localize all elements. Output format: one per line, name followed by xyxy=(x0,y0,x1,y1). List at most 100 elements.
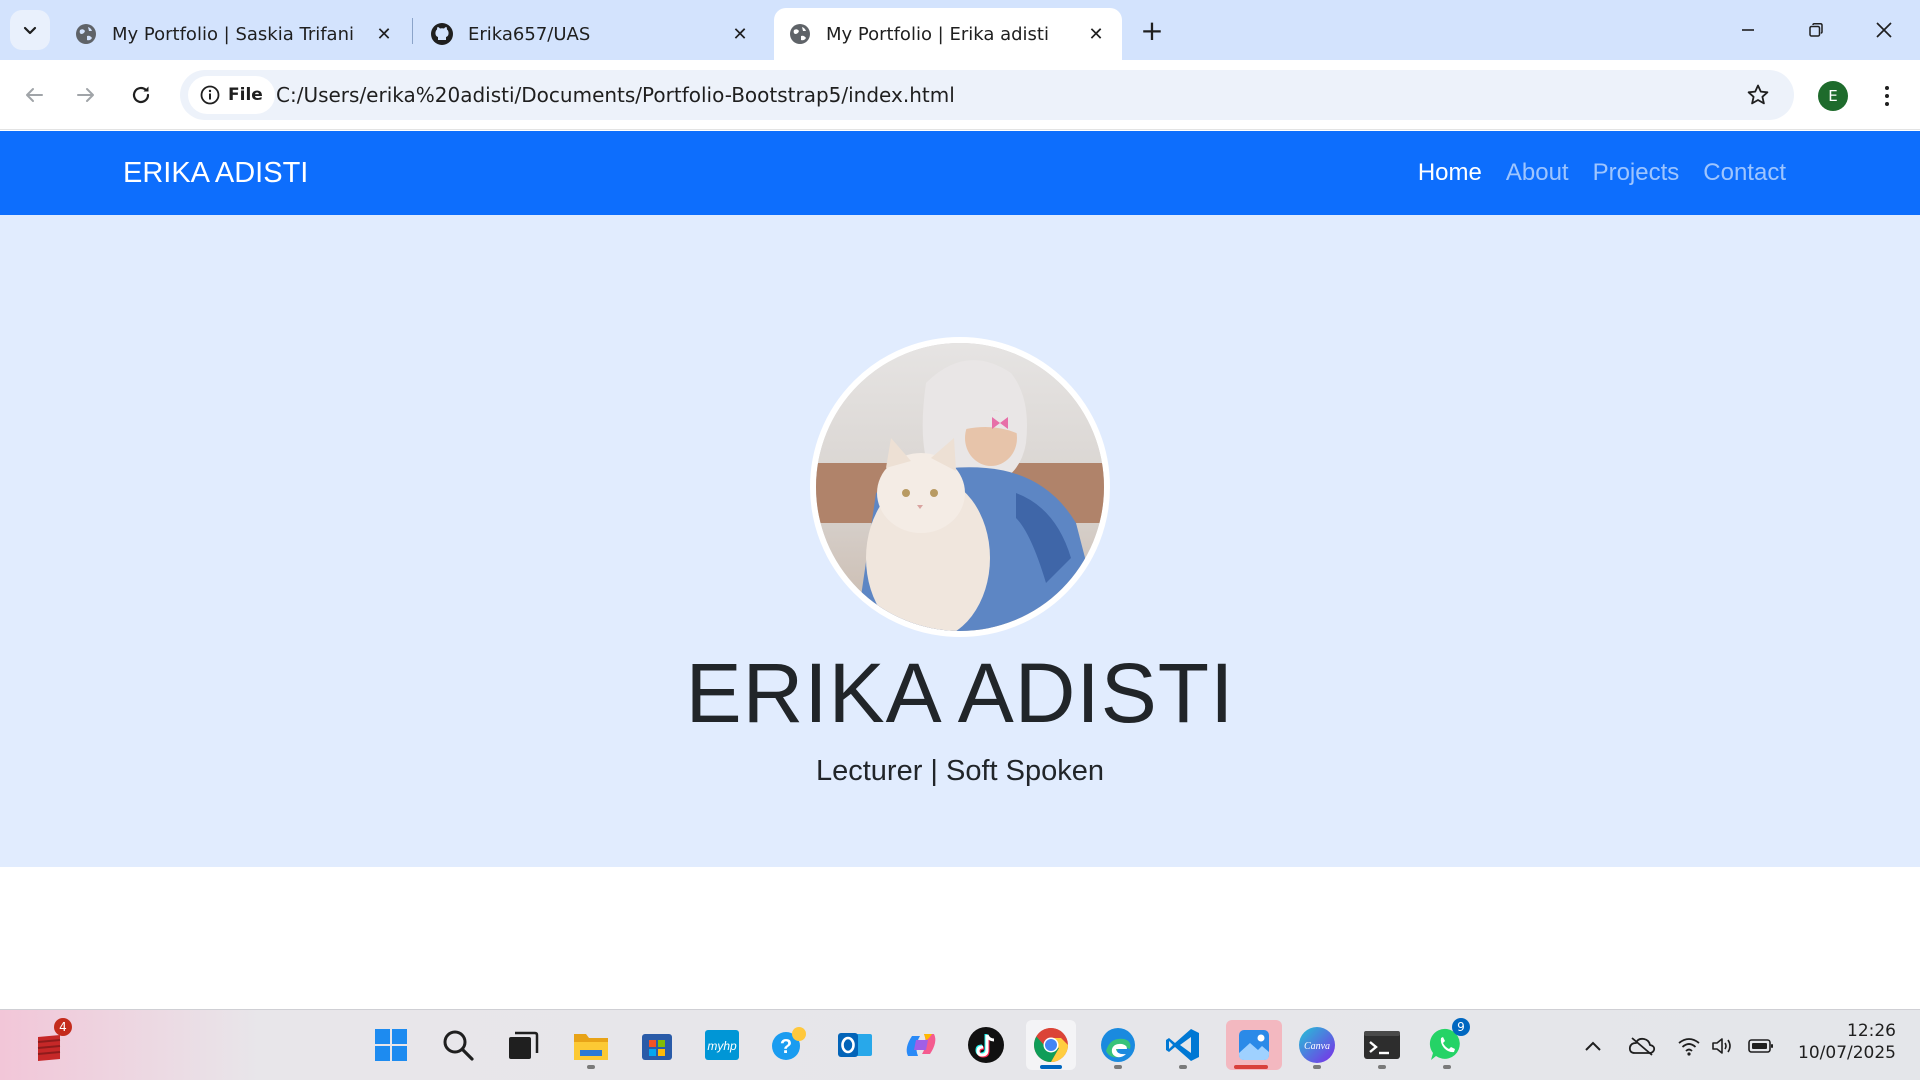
site-info-label: File xyxy=(228,85,263,105)
file-explorer-icon xyxy=(574,1034,608,1060)
nav-link-contact[interactable]: Contact xyxy=(1703,159,1786,187)
show-hidden-icons-button[interactable] xyxy=(1580,1028,1606,1064)
hero-section: ERIKA ADISTI Lecturer | Soft Spoken xyxy=(0,215,1920,867)
tab-title: Erika657/UAS xyxy=(468,23,591,45)
tiktok-button[interactable] xyxy=(961,1020,1011,1070)
widgets-badge: 4 xyxy=(54,1018,72,1036)
svg-text:myhp: myhp xyxy=(707,1039,737,1053)
address-bar[interactable]: File C:/Users/erika%20adisti/Documents/P… xyxy=(180,70,1794,120)
profile-photo xyxy=(810,337,1110,637)
volume-button[interactable] xyxy=(1708,1028,1738,1064)
copilot-icon xyxy=(906,1034,936,1056)
copilot-button[interactable] xyxy=(896,1020,946,1070)
edge-icon xyxy=(1101,1028,1135,1062)
svg-text:?: ? xyxy=(780,1036,792,1058)
get-help-button[interactable]: ? xyxy=(764,1020,814,1070)
new-tab-button[interactable]: + xyxy=(1136,14,1168,47)
chevron-up-icon xyxy=(1585,1041,1601,1051)
tab-erika-portfolio[interactable]: My Portfolio | Erika adisti ✕ xyxy=(774,8,1122,60)
minimize-icon xyxy=(1742,29,1754,31)
site-info-chip[interactable]: File xyxy=(188,76,275,114)
globe-icon xyxy=(788,22,812,46)
canva-button[interactable]: Canva xyxy=(1292,1020,1342,1070)
microsoft-store-button[interactable] xyxy=(632,1020,682,1070)
widgets-button[interactable]: 4 xyxy=(24,1018,74,1070)
minimize-button[interactable] xyxy=(1714,0,1782,60)
running-indicator xyxy=(587,1065,595,1069)
tab-separator xyxy=(412,18,413,44)
restore-button[interactable] xyxy=(1782,0,1850,60)
hero-tagline: Lecturer | Soft Spoken xyxy=(815,755,1105,787)
back-button[interactable] xyxy=(14,75,54,115)
bookmark-star-icon[interactable] xyxy=(1744,81,1772,109)
search-icon xyxy=(443,1030,474,1061)
terminal-icon xyxy=(1364,1031,1400,1059)
forward-button[interactable] xyxy=(66,75,106,115)
running-indicator xyxy=(1114,1065,1122,1069)
photos-icon xyxy=(1239,1030,1269,1060)
site-navbar: ERIKA ADISTI Home About Projects Contact xyxy=(0,131,1920,215)
kebab-dot xyxy=(1885,102,1889,106)
nav-link-about[interactable]: About xyxy=(1506,159,1569,187)
windows-taskbar: 4 myhp ? Canva 9 xyxy=(0,1009,1920,1080)
running-indicator xyxy=(1378,1065,1386,1069)
start-button[interactable] xyxy=(366,1020,416,1070)
photos-button[interactable] xyxy=(1226,1020,1282,1070)
tab-search-button[interactable] xyxy=(10,10,50,50)
tab-github-uas[interactable]: Erika657/UAS ✕ xyxy=(416,8,766,60)
outlook-button[interactable] xyxy=(830,1020,880,1070)
site-brand-link[interactable]: ERIKA ADISTI xyxy=(123,131,308,215)
kebab-dot xyxy=(1885,86,1889,90)
restore-icon xyxy=(1809,23,1823,37)
close-icon[interactable]: ✕ xyxy=(728,22,752,46)
cloud-offline-icon xyxy=(1628,1037,1656,1056)
chevron-down-icon xyxy=(23,26,37,35)
running-indicator xyxy=(1234,1065,1268,1069)
system-clock[interactable]: 12:26 10/07/2025 xyxy=(1780,1020,1896,1064)
browser-toolbar: File C:/Users/erika%20adisti/Documents/P… xyxy=(0,60,1920,130)
close-window-button[interactable] xyxy=(1850,0,1918,60)
task-view-button[interactable] xyxy=(498,1020,548,1070)
close-icon xyxy=(1876,22,1892,38)
file-explorer-button[interactable] xyxy=(566,1020,616,1070)
arrow-left-icon xyxy=(26,88,43,102)
web-page: ERIKA ADISTI Home About Projects Contact xyxy=(0,131,1920,1009)
tab-title: My Portfolio | Erika adisti xyxy=(826,23,1049,45)
kebab-dot xyxy=(1885,94,1889,98)
running-indicator xyxy=(1443,1065,1451,1069)
github-icon xyxy=(430,22,454,46)
browser-menu-button[interactable] xyxy=(1872,76,1902,116)
edge-button[interactable] xyxy=(1093,1020,1143,1070)
vscode-button[interactable] xyxy=(1158,1020,1208,1070)
tab-title: My Portfolio | Saskia Trifani xyxy=(112,23,354,45)
nav-link-home[interactable]: Home xyxy=(1418,159,1482,187)
get-help-icon: ? xyxy=(772,1027,806,1060)
onedrive-status-button[interactable] xyxy=(1626,1028,1658,1064)
profile-avatar[interactable]: E xyxy=(1818,81,1848,111)
url-text[interactable]: C:/Users/erika%20adisti/Documents/Portfo… xyxy=(276,70,955,120)
arrow-right-icon xyxy=(77,88,94,102)
whatsapp-button[interactable]: 9 xyxy=(1422,1018,1472,1070)
terminal-button[interactable] xyxy=(1357,1020,1407,1070)
reload-button[interactable] xyxy=(121,75,161,115)
svg-text:Canva: Canva xyxy=(1304,1041,1330,1052)
search-button[interactable] xyxy=(433,1020,483,1070)
myhp-button[interactable]: myhp xyxy=(697,1020,747,1070)
chrome-button[interactable] xyxy=(1026,1020,1076,1070)
running-indicator xyxy=(1040,1065,1062,1069)
speaker-icon xyxy=(1712,1038,1731,1054)
nav-link-projects[interactable]: Projects xyxy=(1593,159,1680,187)
task-view-icon xyxy=(509,1031,539,1059)
battery-button[interactable] xyxy=(1746,1028,1776,1064)
network-button[interactable] xyxy=(1674,1028,1704,1064)
wifi-icon xyxy=(1678,1038,1700,1056)
myhp-icon: myhp xyxy=(705,1030,739,1060)
microsoft-store-icon xyxy=(642,1034,672,1060)
close-icon[interactable]: ✕ xyxy=(372,22,396,46)
close-icon[interactable]: ✕ xyxy=(1084,22,1108,46)
clock-date: 10/07/2025 xyxy=(1798,1043,1896,1063)
chrome-icon xyxy=(1034,1028,1068,1062)
site-nav-links: Home About Projects Contact xyxy=(1418,131,1786,215)
start-icon xyxy=(375,1029,407,1061)
tab-saskia-portfolio[interactable]: My Portfolio | Saskia Trifani ✕ xyxy=(60,8,410,60)
